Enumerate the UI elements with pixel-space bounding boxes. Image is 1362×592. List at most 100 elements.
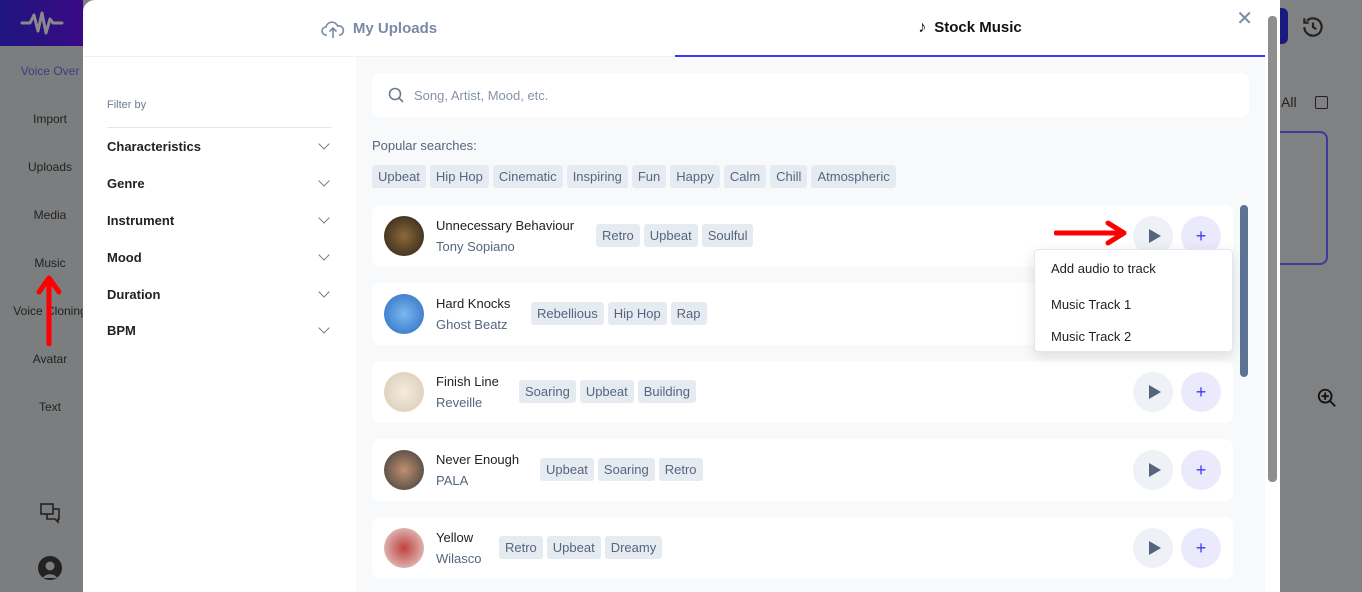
track-artist: Ghost Beatz — [436, 317, 508, 332]
chevron-down-icon — [318, 138, 330, 150]
tab-my-uploads-label: My Uploads — [352, 20, 438, 37]
user-avatar-icon[interactable] — [38, 556, 62, 580]
modal-scrollbar[interactable] — [1265, 0, 1280, 592]
close-icon[interactable]: ✕ — [1236, 6, 1253, 31]
track-tag[interactable]: Retro — [499, 536, 543, 559]
filter-genre[interactable]: Genre — [107, 173, 332, 193]
divider — [107, 127, 332, 128]
popular-searches: Upbeat Hip Hop Cinematic Inspiring Fun H… — [372, 165, 896, 188]
chip-calm[interactable]: Calm — [723, 165, 767, 188]
track-cover — [384, 450, 424, 490]
chip-upbeat[interactable]: Upbeat — [372, 165, 426, 188]
track-row[interactable]: Finish Line Reveille Soaring Upbeat Buildi… — [372, 361, 1233, 423]
track-artist: PALA — [436, 473, 469, 488]
filter-label: Characteristics — [107, 138, 201, 154]
music-note-icon: ♪ — [918, 18, 927, 36]
tab-stock-music-label: Stock Music — [934, 19, 1022, 36]
search-input[interactable] — [414, 87, 1014, 103]
track-tag[interactable]: Hip Hop — [607, 302, 667, 325]
zoom-in-icon[interactable] — [1316, 387, 1338, 409]
plus-icon: + — [1195, 225, 1207, 246]
track-tag[interactable]: Upbeat — [546, 536, 601, 559]
chat-icon[interactable] — [39, 502, 61, 524]
plus-icon: + — [1195, 381, 1207, 402]
chip-happy[interactable]: Happy — [670, 165, 720, 188]
editor-background: t All — [1240, 0, 1362, 592]
modal-tabs: My Uploads ♪ Stock Music ✕ — [83, 0, 1265, 57]
track-name: Finish Line — [436, 374, 499, 389]
app-logo[interactable] — [0, 0, 83, 46]
add-button[interactable]: + — [1181, 372, 1221, 412]
menu-item-music-track-2[interactable]: Music Track 2 — [1051, 329, 1131, 344]
search-box[interactable] — [372, 73, 1249, 117]
track-tag[interactable]: Dreamy — [604, 536, 663, 559]
track-artist: Tony Sopiano — [436, 239, 515, 254]
track-tag[interactable]: Rap — [670, 302, 707, 325]
track-cover — [384, 528, 424, 568]
select-all-checkbox[interactable] — [1315, 96, 1328, 109]
annotation-arrow-up-icon — [36, 275, 62, 346]
scrollbar-thumb[interactable] — [1268, 16, 1277, 482]
menu-title: Add audio to track — [1051, 261, 1156, 276]
track-tag[interactable]: Soaring — [519, 380, 576, 403]
track-tag[interactable]: Rebellious — [531, 302, 604, 325]
track-name: Never Enough — [436, 452, 520, 467]
chevron-down-icon — [318, 322, 330, 334]
search-icon — [388, 87, 404, 103]
popular-searches-label: Popular searches: — [372, 138, 477, 153]
play-button[interactable] — [1133, 450, 1173, 490]
add-button[interactable]: + — [1181, 450, 1221, 490]
play-icon — [1148, 463, 1161, 477]
track-tag[interactable]: Retro — [596, 224, 640, 247]
filter-instrument[interactable]: Instrument — [107, 210, 332, 230]
filter-label: Genre — [107, 175, 145, 191]
chip-chill[interactable]: Chill — [770, 165, 808, 188]
play-button[interactable] — [1133, 372, 1173, 412]
track-cover — [384, 372, 424, 412]
plus-icon: + — [1195, 537, 1207, 558]
chevron-down-icon — [318, 175, 330, 187]
play-button[interactable] — [1133, 528, 1173, 568]
track-name: Hard Knocks — [436, 296, 511, 311]
add-audio-menu: Add audio to track Music Track 1 Music T… — [1034, 249, 1233, 352]
track-row[interactable]: Never Enough PALA Upbeat Soaring Retro + — [372, 439, 1233, 501]
track-name: Unnecessary Behaviour — [436, 218, 575, 233]
filter-label: Mood — [107, 249, 142, 265]
play-icon — [1148, 385, 1161, 399]
filter-label: Instrument — [107, 212, 175, 228]
play-icon — [1148, 229, 1161, 243]
filter-mood[interactable]: Mood — [107, 247, 332, 267]
track-artist: Reveille — [436, 395, 483, 410]
chip-fun[interactable]: Fun — [631, 165, 667, 188]
chip-atmospheric[interactable]: Atmospheric — [811, 165, 896, 188]
chip-cinematic[interactable]: Cinematic — [492, 165, 563, 188]
chevron-down-icon — [318, 212, 330, 224]
tab-my-uploads[interactable]: My Uploads — [83, 0, 675, 57]
track-row[interactable]: Yellow Wilasco Retro Upbeat Dreamy + — [372, 517, 1233, 579]
track-tag[interactable]: Building — [637, 380, 696, 403]
track-tag[interactable]: Upbeat — [643, 224, 698, 247]
filter-duration[interactable]: Duration — [107, 284, 332, 304]
annotation-arrow-right-icon — [1054, 220, 1127, 246]
chip-hip-hop[interactable]: Hip Hop — [429, 165, 489, 188]
track-cover — [384, 294, 424, 334]
track-tag[interactable]: Soulful — [701, 224, 754, 247]
chip-inspiring[interactable]: Inspiring — [566, 165, 628, 188]
history-icon[interactable] — [1300, 14, 1326, 40]
track-tag[interactable]: Upbeat — [579, 380, 634, 403]
filter-characteristics[interactable]: Characteristics — [107, 136, 332, 156]
track-cover — [384, 216, 424, 256]
filter-label: Duration — [107, 286, 161, 302]
plus-icon: + — [1195, 459, 1207, 480]
waveform-logo-icon — [20, 11, 63, 35]
chevron-down-icon — [318, 286, 330, 298]
list-scrollbar[interactable] — [1240, 205, 1248, 377]
track-tag[interactable]: Retro — [658, 458, 703, 481]
play-icon — [1148, 541, 1161, 555]
add-button[interactable]: + — [1181, 528, 1221, 568]
filter-bpm[interactable]: BPM — [107, 320, 332, 340]
track-tag[interactable]: Upbeat — [540, 458, 594, 481]
tab-stock-music[interactable]: ♪ Stock Music — [675, 0, 1265, 57]
menu-item-music-track-1[interactable]: Music Track 1 — [1051, 297, 1131, 312]
track-tag[interactable]: Soaring — [597, 458, 655, 481]
